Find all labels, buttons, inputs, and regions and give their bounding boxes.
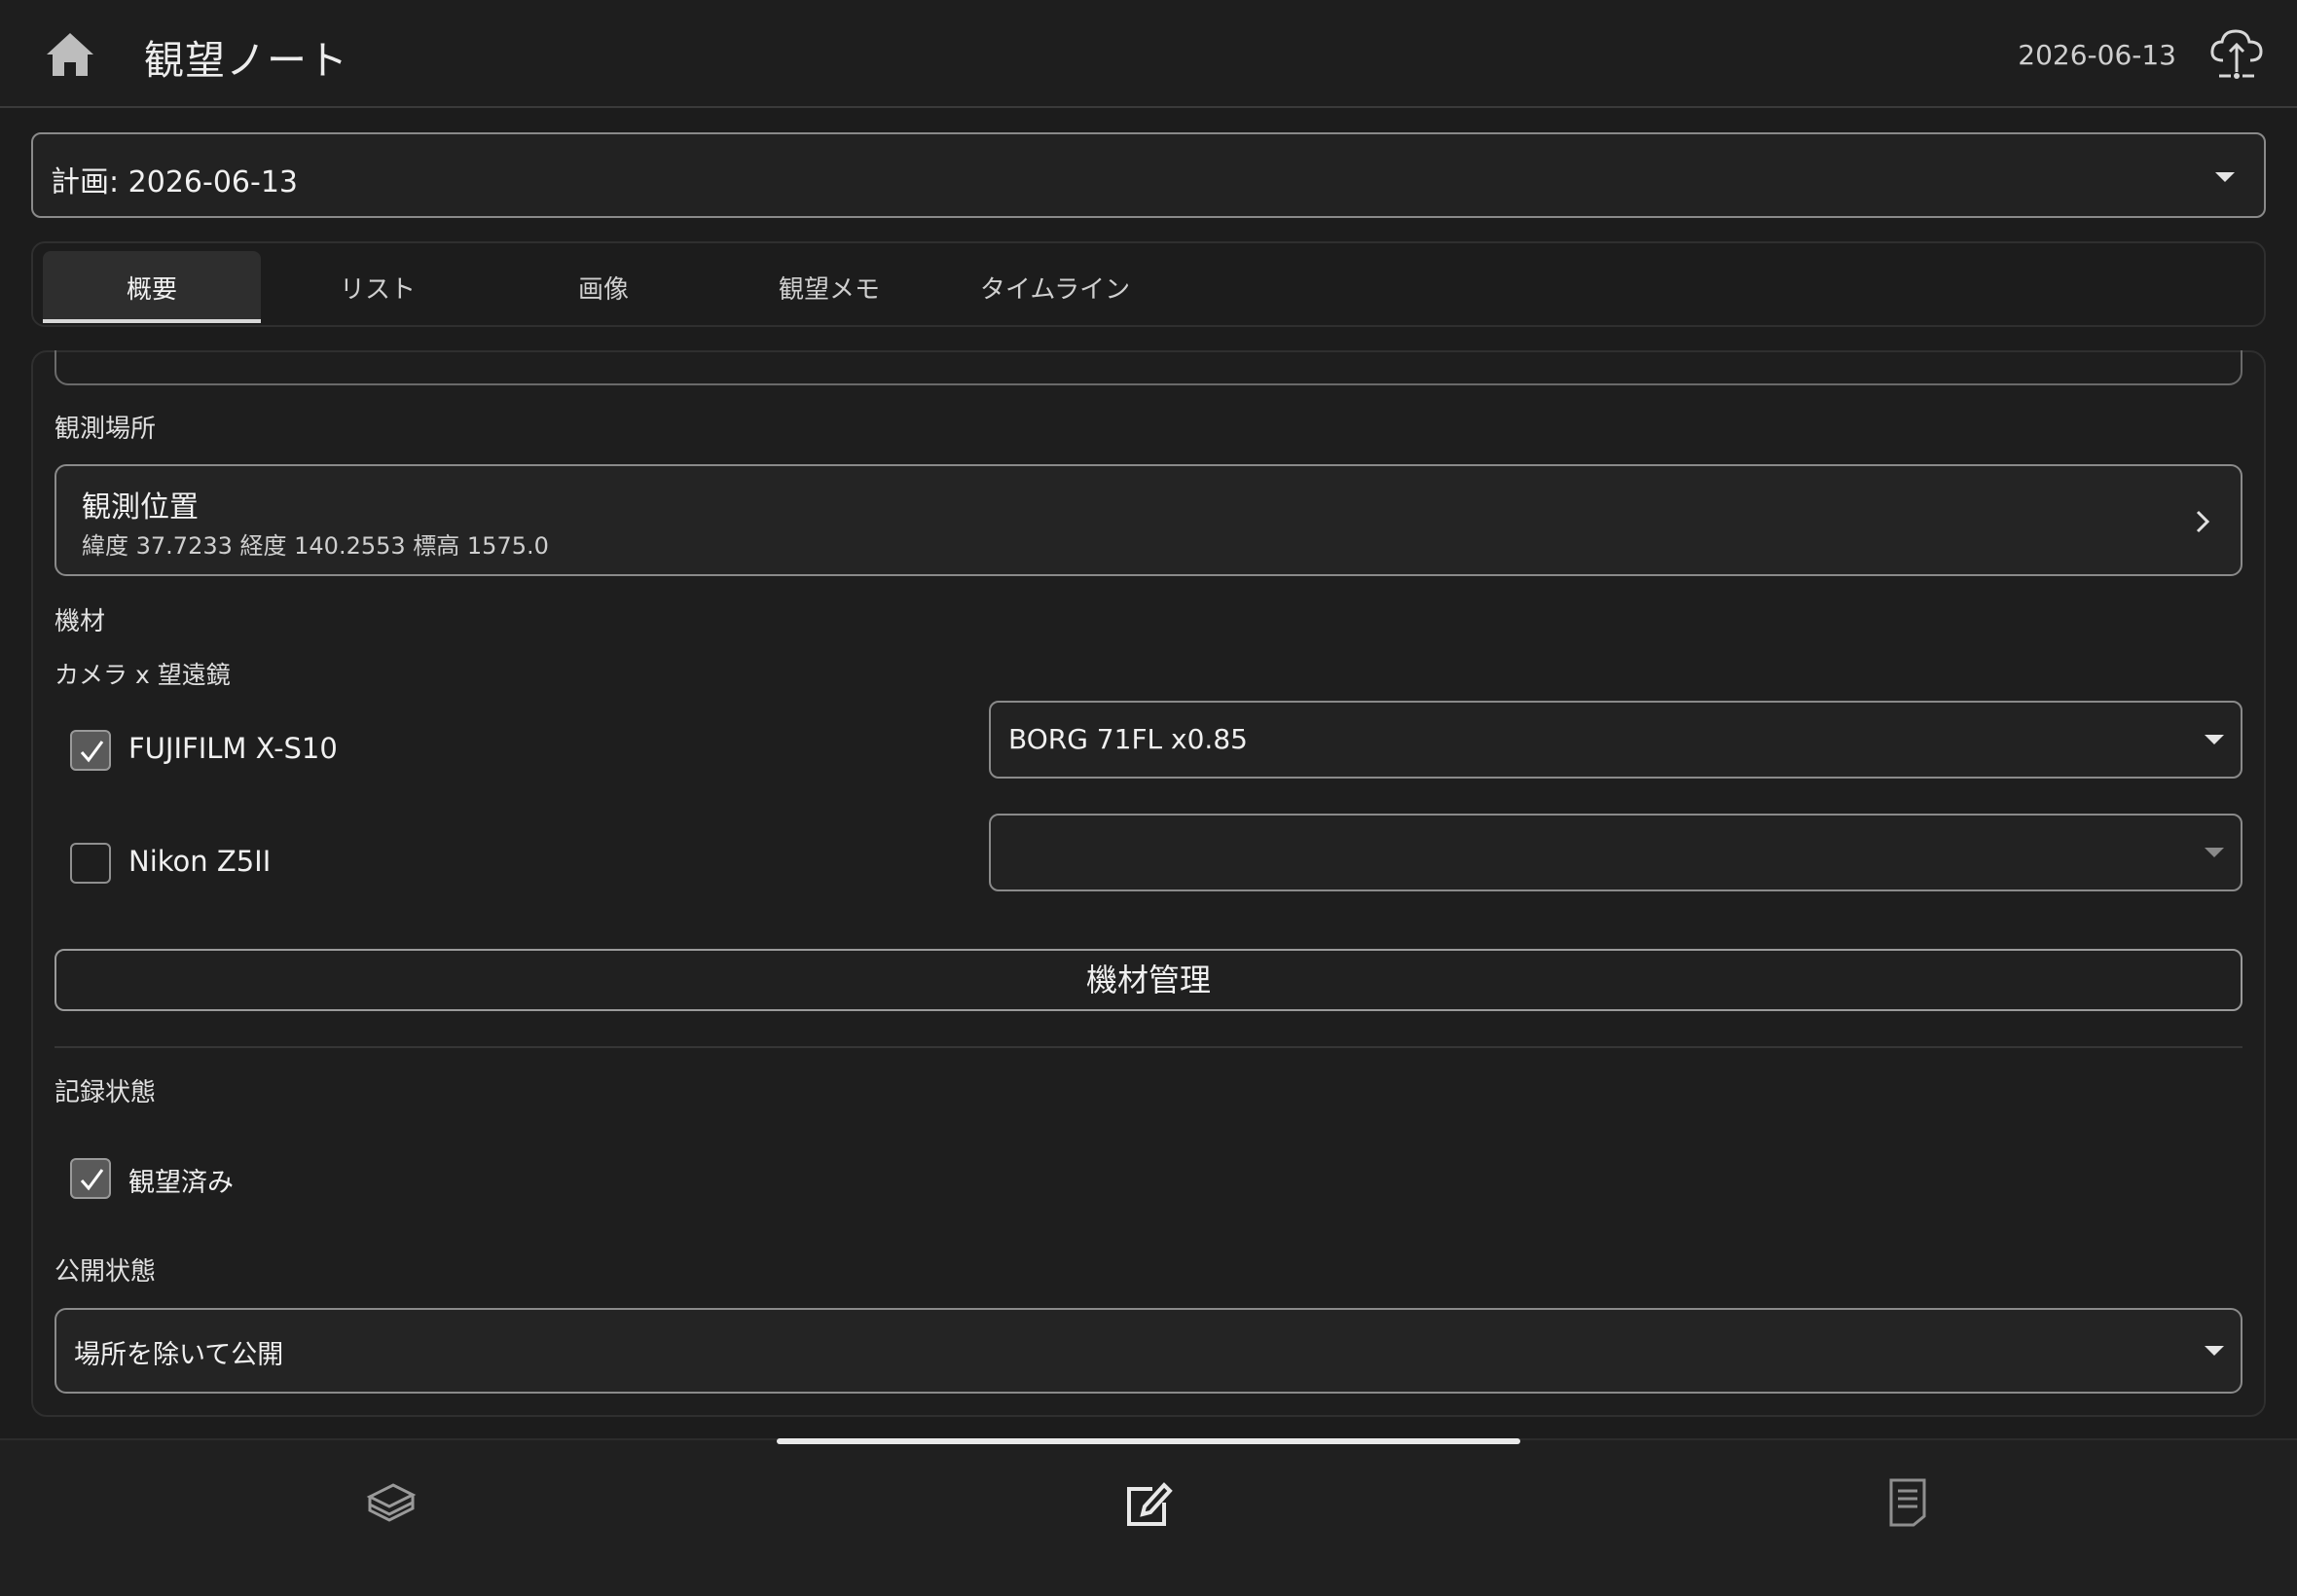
- tab-observation-memo[interactable]: 観望メモ: [720, 251, 938, 323]
- equipment-management-button[interactable]: 機材管理: [55, 949, 2242, 1011]
- publish-select-value: 場所を除いて公開: [74, 1340, 284, 1370]
- home-icon[interactable]: [43, 29, 97, 80]
- chevron-down-icon: [2204, 1343, 2225, 1357]
- edit-note-icon[interactable]: [1123, 1479, 1174, 1528]
- plan-select-value: 計画: 2026-06-13: [51, 165, 298, 200]
- equipment-section-label: 機材: [55, 607, 106, 636]
- tab-images[interactable]: 画像: [494, 251, 712, 323]
- tab-list[interactable]: リスト: [269, 251, 487, 323]
- chevron-down-icon: [2204, 845, 2225, 858]
- document-list-icon[interactable]: [1888, 1477, 1927, 1528]
- plan-select[interactable]: [31, 132, 2266, 218]
- cloud-upload-icon[interactable]: [2207, 23, 2266, 86]
- record-section-label: 記録状態: [55, 1078, 157, 1107]
- header-date: 2026-06-13: [2018, 39, 2176, 71]
- location-title: 観測位置: [82, 490, 199, 525]
- location-section-label: 観測場所: [55, 415, 157, 444]
- divider: [55, 1046, 2242, 1048]
- camera-checkbox-nikon[interactable]: [70, 843, 111, 884]
- camera-checkbox-fujifilm[interactable]: [70, 730, 111, 771]
- selected-indicator: [777, 1438, 1520, 1444]
- observed-label: 観望済み: [128, 1168, 234, 1198]
- scrolled-field: [55, 350, 2242, 385]
- app-title: 観望ノート: [144, 37, 348, 84]
- telescope-select-value: BORG 71FL x0.85: [1008, 723, 1248, 755]
- publish-select[interactable]: [55, 1308, 2242, 1394]
- observed-checkbox[interactable]: [70, 1158, 111, 1199]
- publish-section-label: 公開状態: [55, 1257, 157, 1287]
- camera-label: Nikon Z5II: [128, 845, 272, 878]
- chevron-down-icon: [2204, 732, 2225, 745]
- tab-timeline[interactable]: タイムライン: [946, 251, 1164, 323]
- camera-telescope-label: カメラ x 望遠鏡: [55, 661, 231, 689]
- chevron-down-icon: [2213, 169, 2237, 183]
- camera-label: FUJIFILM X-S10: [128, 732, 338, 765]
- tab-overview[interactable]: 概要: [43, 251, 261, 323]
- chevron-right-icon: [2194, 508, 2211, 535]
- book-stack-icon[interactable]: [366, 1479, 417, 1522]
- telescope-select-2[interactable]: [989, 814, 2242, 891]
- location-coordinates: 緯度 37.7233 経度 140.2553 標高 1575.0: [82, 532, 549, 560]
